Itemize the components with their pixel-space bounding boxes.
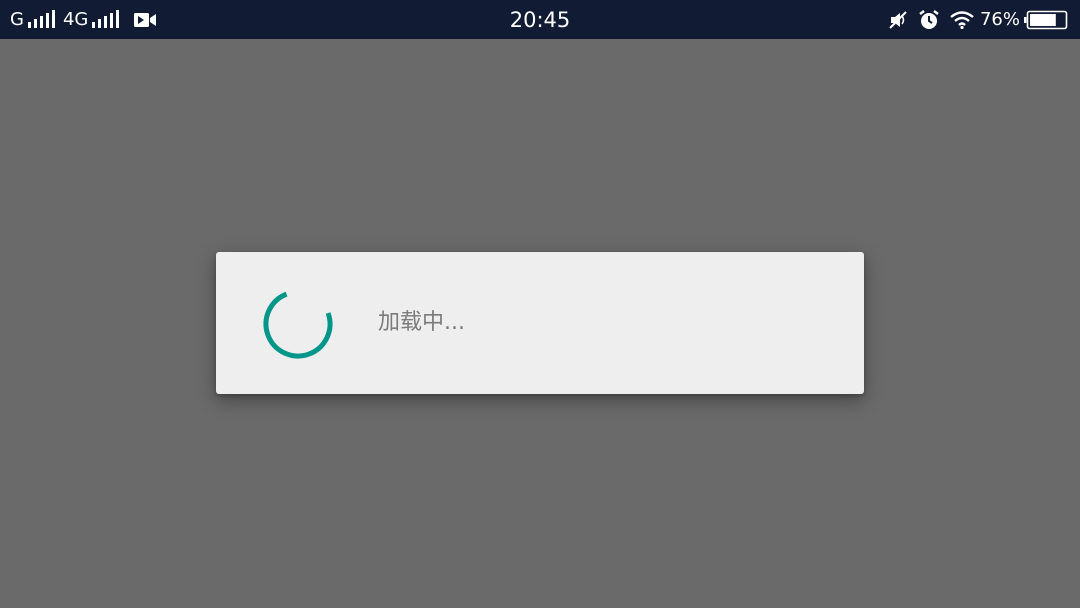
status-bar: G 4G 20:45 76%	[0, 0, 1080, 39]
carrier-1-label: G	[10, 8, 24, 30]
alarm-icon	[918, 9, 940, 31]
status-bar-left: G 4G	[10, 0, 157, 39]
loading-dialog: 加载中...	[216, 252, 864, 394]
signal-strength-2-icon	[92, 10, 120, 28]
screen: G 4G 20:45 76% 加载中...	[0, 0, 1080, 608]
carrier-2-label: 4G	[62, 8, 89, 30]
battery-percent: 76%	[979, 8, 1020, 30]
loading-spinner-icon	[263, 289, 333, 359]
status-bar-right: 76%	[888, 0, 1068, 39]
loading-text: 加载中...	[378, 310, 465, 335]
wifi-icon	[950, 10, 974, 29]
video-icon	[133, 11, 157, 29]
signal-strength-1-icon	[27, 10, 55, 28]
battery-icon	[1024, 10, 1068, 30]
mute-icon	[888, 10, 908, 30]
